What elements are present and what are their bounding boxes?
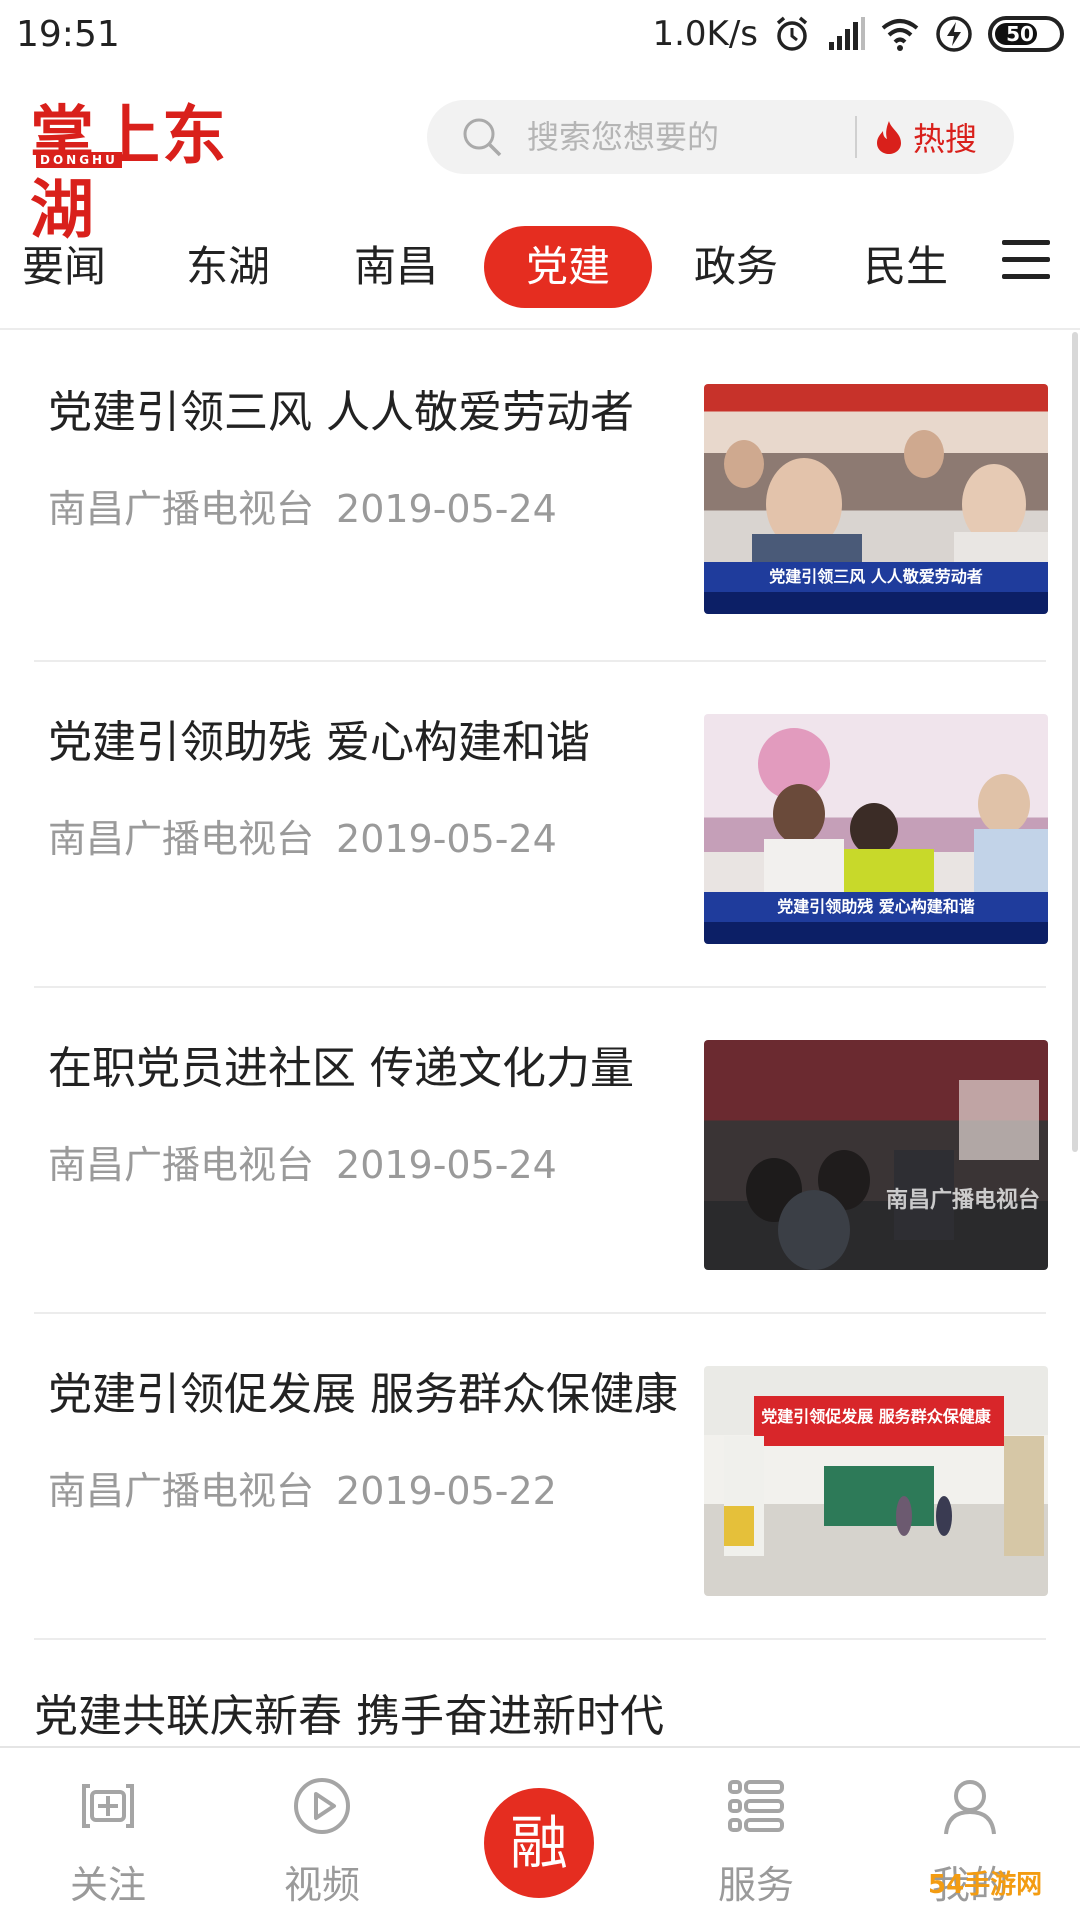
- menu-icon[interactable]: [1002, 240, 1050, 280]
- nav-center-button[interactable]: 融: [484, 1788, 594, 1898]
- nav-service[interactable]: 服务: [676, 1774, 836, 1909]
- app-logo[interactable]: 掌上东湖 DONGHU: [30, 100, 270, 248]
- news-item[interactable]: 在职党员进社区 传递文化力量 南昌广播电视台 2019-05-24 南昌广播电视台: [34, 988, 1048, 1314]
- follow-icon: [82, 1784, 134, 1828]
- tab-minsheng[interactable]: 民生: [846, 226, 966, 308]
- logo-subtext: DONGHU: [36, 152, 122, 168]
- status-icons: 1.0K/s 50: [652, 12, 1064, 56]
- news-thumbnail: 南昌广播电视台: [704, 1040, 1048, 1270]
- news-meta: 南昌广播电视台 2019-05-24: [48, 478, 557, 533]
- tab-zhengwu[interactable]: 政务: [676, 226, 796, 308]
- hot-search-label: 热搜: [913, 120, 978, 158]
- nav-service-label: 服务: [717, 1863, 794, 1907]
- news-source: 南昌广播电视台: [48, 1143, 315, 1187]
- search-input[interactable]: [527, 112, 857, 162]
- news-title: 党建引领助残 爱心构建和谐: [48, 717, 590, 768]
- news-item[interactable]: 党建引领三风 人人敬爱劳动者 南昌广播电视台 2019-05-24 党建引领三风 …: [34, 332, 1048, 662]
- status-time: 19:51: [16, 14, 120, 55]
- news-date: 2019-05-24: [336, 817, 557, 861]
- news-title: 党建共联庆新春 携手奋进新时代: [34, 1691, 664, 1742]
- alarm-icon: [776, 16, 808, 51]
- news-thumbnail: 党建引领助残 爱心构建和谐: [704, 714, 1048, 944]
- tab-yaowen[interactable]: 要闻: [22, 226, 142, 308]
- thumbnail-watermark: 南昌广播电视台: [885, 1188, 1040, 1213]
- thumbnail-footer: [704, 592, 1048, 614]
- play-icon: [294, 1778, 350, 1834]
- scrollbar[interactable]: [1072, 332, 1078, 1152]
- news-title: 党建引领促发展 服务群众保健康: [48, 1369, 678, 1420]
- tab-donghu[interactable]: 东湖: [168, 226, 288, 308]
- search-icon: [463, 118, 502, 157]
- news-item[interactable]: 党建共联庆新春 携手奋进新时代: [34, 1640, 1046, 1750]
- news-meta: 南昌广播电视台 2019-05-22: [48, 1460, 557, 1515]
- thumbnail-footer: [704, 922, 1048, 944]
- nav-video-label: 视频: [283, 1863, 360, 1907]
- news-meta: 南昌广播电视台 2019-05-24: [48, 808, 557, 863]
- news-title: 党建引领三风 人人敬爱劳动者: [48, 387, 634, 438]
- news-date: 2019-05-22: [336, 1469, 557, 1513]
- news-item[interactable]: 党建引领促发展 服务群众保健康 南昌广播电视台 2019-05-22 党建引领促发…: [34, 1314, 1048, 1640]
- site-watermark: 54手游网: [928, 1870, 1043, 1900]
- hot-search-button[interactable]: 热搜: [873, 100, 1003, 174]
- news-title: 在职党员进社区 传递文化力量: [48, 1043, 634, 1094]
- news-source: 南昌广播电视台: [48, 487, 315, 531]
- signal-icon: [829, 17, 865, 50]
- search-divider: [855, 116, 857, 158]
- tab-nanchang[interactable]: 南昌: [336, 226, 456, 308]
- news-meta: 南昌广播电视台 2019-05-24: [48, 1134, 557, 1189]
- news-date: 2019-05-24: [336, 487, 557, 531]
- wifi-icon: [881, 19, 919, 51]
- bottom-navigation: 关注 视频 融 服务 我的: [0, 1746, 1080, 1920]
- flame-icon: [877, 121, 901, 154]
- news-item[interactable]: 党建引领助残 爱心构建和谐 南昌广播电视台 2019-05-24 党建引领助残 爱…: [34, 662, 1048, 988]
- nav-follow[interactable]: 关注: [28, 1774, 188, 1909]
- battery-level: 50: [1006, 22, 1034, 46]
- user-icon: [944, 1780, 996, 1835]
- battery-icon: 50: [988, 16, 1064, 52]
- thumbnail-caption: 党建引领三风 人人敬爱劳动者: [704, 562, 1048, 592]
- news-date: 2019-05-24: [336, 1143, 557, 1187]
- search-bar[interactable]: 热搜: [427, 100, 1014, 174]
- nav-follow-label: 关注: [69, 1863, 146, 1907]
- news-thumbnail: 党建引领促发展 服务群众保健康: [704, 1366, 1048, 1596]
- tab-dangjian[interactable]: 党建: [484, 226, 652, 308]
- thumbnail-caption: 党建引领助残 爱心构建和谐: [704, 892, 1048, 922]
- network-speed: 1.0K/s: [652, 14, 758, 54]
- news-source: 南昌广播电视台: [48, 1469, 315, 1513]
- category-tabs: 要闻 东湖 南昌 党建 政务 民生: [0, 200, 1080, 330]
- status-bar: 19:51 1.0K/s 50: [0, 0, 1080, 70]
- app-header: 掌上东湖 DONGHU 热搜: [0, 70, 1080, 248]
- charging-icon: [936, 16, 972, 52]
- news-thumbnail: 党建引领三风 人人敬爱劳动者: [704, 384, 1048, 614]
- news-source: 南昌广播电视台: [48, 817, 315, 861]
- service-list-icon: [728, 1780, 784, 1832]
- nav-video[interactable]: 视频: [242, 1774, 402, 1909]
- thumbnail-caption: 党建引领促发展 服务群众保健康: [761, 1407, 991, 1426]
